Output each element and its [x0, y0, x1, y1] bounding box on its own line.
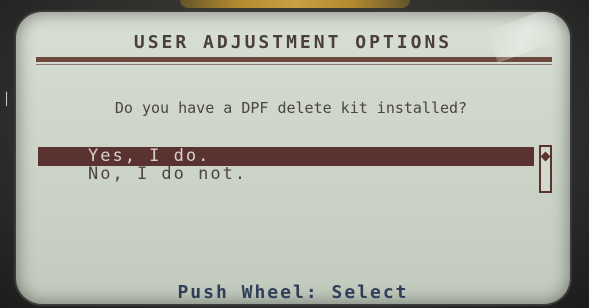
option-no[interactable]: No, I do not.: [38, 165, 534, 184]
page-title: USER ADJUSTMENT OPTIONS: [133, 32, 453, 53]
question-text: Do you have a DPF delete kit installed?: [114, 99, 468, 117]
watermark-strip: [180, 0, 410, 8]
device-bezel: USER ADJUSTMENT OPTIONS Do you have a DP…: [0, 0, 589, 308]
scrollbar[interactable]: [539, 145, 552, 193]
lcd-screen: USER ADJUSTMENT OPTIONS Do you have a DP…: [16, 12, 570, 304]
footer-hint: Push Wheel: Select: [177, 282, 409, 303]
title-divider: [36, 57, 552, 62]
bezel-mark-icon: │: [3, 92, 11, 106]
title-divider-thin: [36, 64, 552, 65]
diamond-scroll-indicator-icon: [540, 151, 551, 162]
